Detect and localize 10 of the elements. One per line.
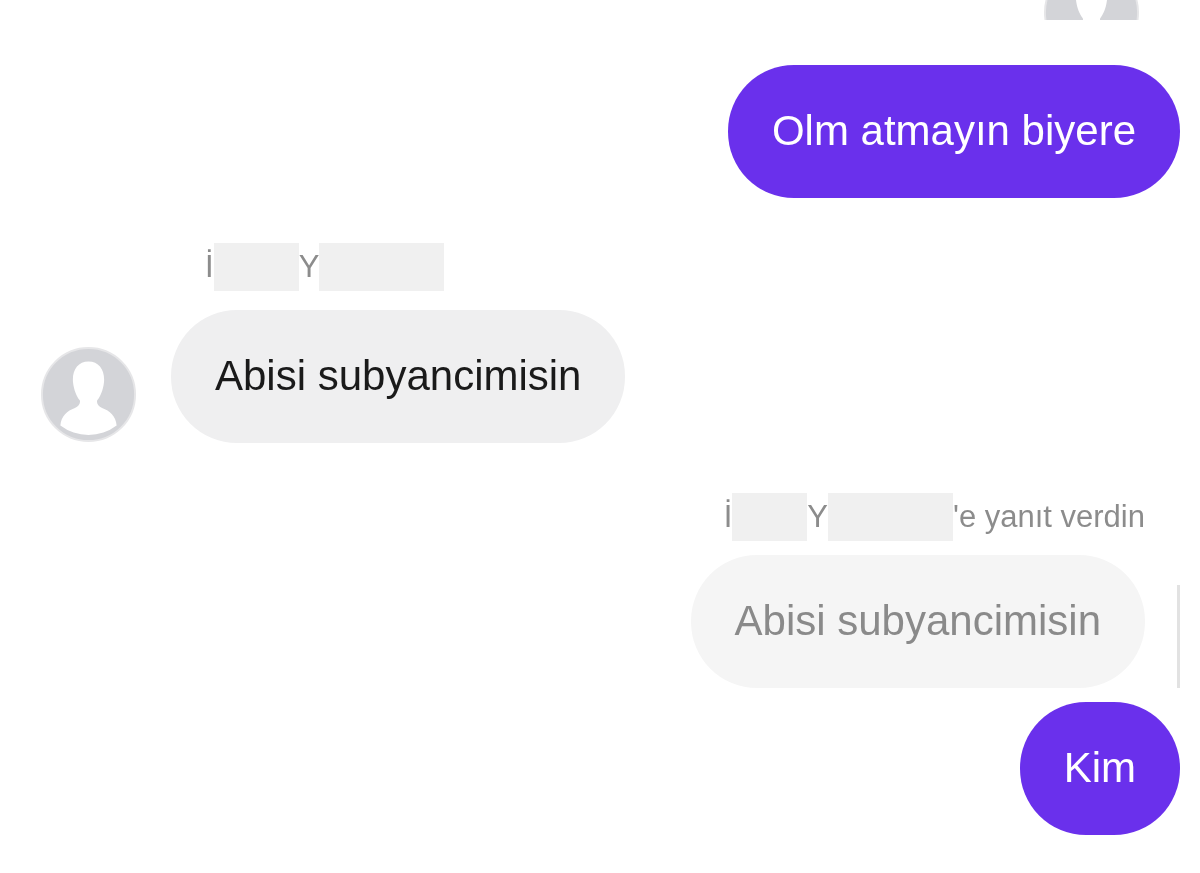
- outgoing-message: Olm atmayın biyere: [727, 65, 1180, 198]
- reply-label: 'e yanıt verdin: [952, 499, 1145, 535]
- sender-name: Y: [298, 249, 320, 285]
- quoted-message: Abisi subyancimisin: [690, 555, 1145, 688]
- outgoing-message: Kim: [1019, 702, 1180, 835]
- avatar-icon: [40, 346, 137, 443]
- reply-label: İ: [723, 499, 733, 535]
- reply-label: Y: [807, 499, 828, 535]
- sender-name: İ: [205, 249, 214, 285]
- incoming-message: Abisi subyancimisin: [171, 310, 626, 443]
